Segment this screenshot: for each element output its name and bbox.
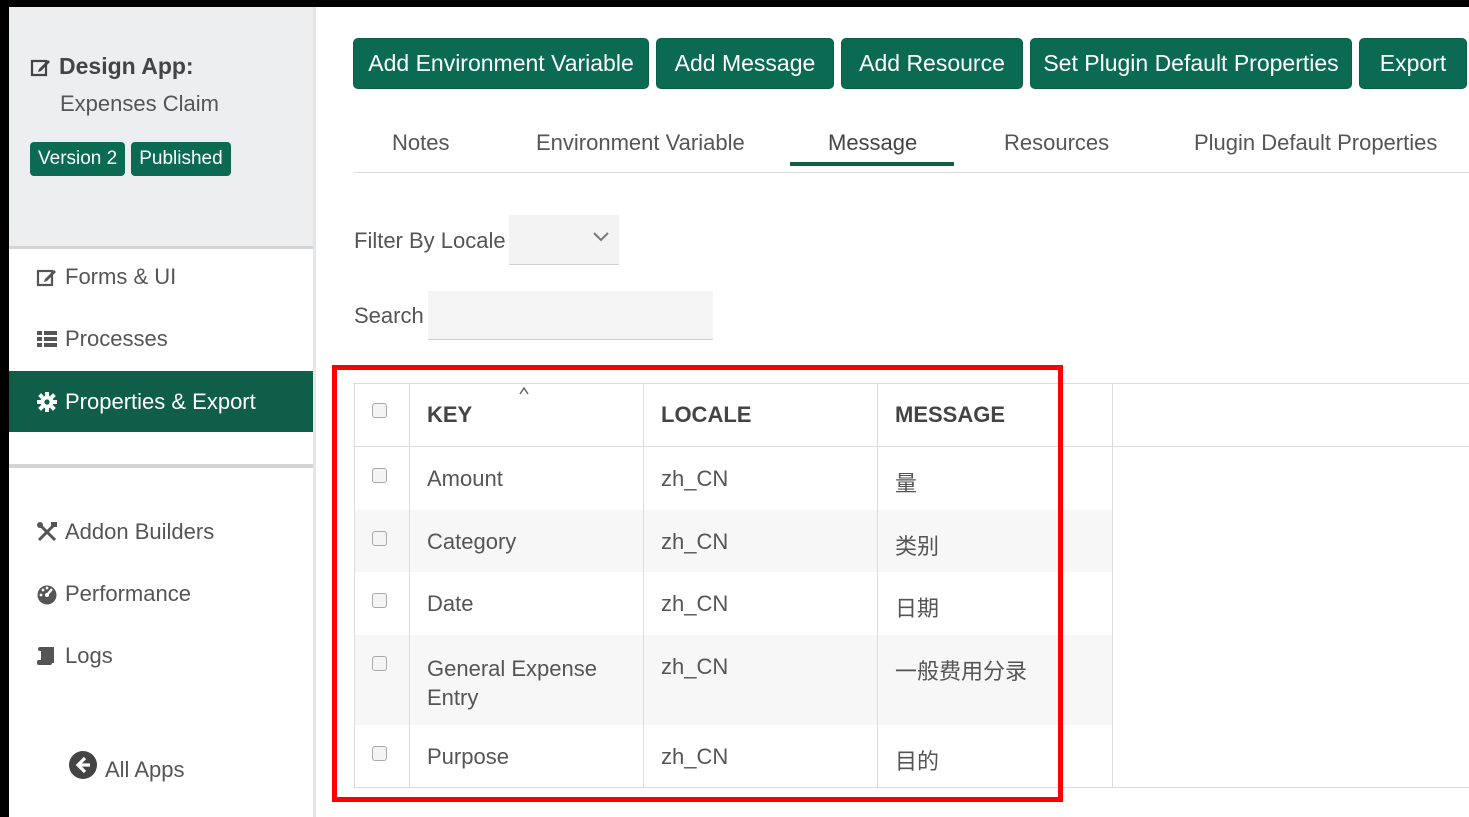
tab-message[interactable]: Message [828,130,917,156]
sidebar-item-processes[interactable]: Processes [35,326,168,352]
cell-locale[interactable]: zh_CN [661,591,728,617]
search-label: Search [354,303,424,328]
cell-key[interactable]: General Expense Entry [427,654,627,712]
toolbar: Add Environment Variable Add Message Add… [353,38,1467,89]
cell-message[interactable]: 一般费用分录 [895,654,1027,686]
sort-arrow-icon [519,382,529,400]
filter-by-locale-label: Filter By Locale [354,228,506,253]
set-plugin-default-properties-button[interactable]: Set Plugin Default Properties [1030,38,1352,89]
column-header-locale[interactable]: LOCALE [661,402,751,428]
row-checkbox[interactable] [372,468,387,483]
export-button[interactable]: Export [1359,38,1467,89]
add-resource-button[interactable]: Add Resource [841,38,1023,89]
row-checkbox[interactable] [372,656,387,671]
design-app-title: Design App: [29,53,194,80]
row-checkbox[interactable] [372,746,387,761]
column-divider [1112,383,1113,788]
column-divider [354,383,355,788]
column-divider [409,383,410,788]
cell-message[interactable]: 目的 [895,744,939,776]
gear-icon [35,390,59,414]
sidebar-item-performance[interactable]: Performance [35,581,191,607]
select-all-checkbox[interactable] [372,403,387,418]
row-checkbox[interactable] [372,593,387,608]
screen-frame-left [0,0,9,817]
column-header-key[interactable]: KEY [427,402,472,428]
sidebar-item-label: Performance [65,581,191,606]
version-badge[interactable]: Version 2 [30,142,126,176]
sidebar-item-label: Forms & UI [65,264,177,289]
tab-environment-variable[interactable]: Environment Variable [536,130,745,156]
sidebar-item-label: Addon Builders [65,519,215,544]
table-bottom-border [353,787,1469,788]
search-input[interactable] [428,291,713,340]
design-app-label: Design App: [59,53,194,79]
tab-notes[interactable]: Notes [392,130,449,156]
arrow-left-circle-icon [67,749,99,781]
list-icon [35,327,59,351]
chevron-down-icon [592,230,610,248]
cell-message[interactable]: 类别 [895,529,939,561]
column-divider [643,383,644,788]
app-badges: Version 2 Published [30,142,231,176]
column-header-message[interactable]: MESSAGE [895,402,1005,428]
sidebar-item-properties-export[interactable]: Properties & Export [9,371,313,432]
locale-select[interactable] [509,215,619,265]
scroll-icon [35,644,59,668]
screen-frame-top [0,0,1469,7]
cell-key[interactable]: Category [427,529,516,555]
sidebar-item-label: Properties & Export [65,388,256,414]
add-environment-variable-button[interactable]: Add Environment Variable [353,38,649,89]
row-checkbox[interactable] [372,531,387,546]
active-tab-indicator [790,162,954,166]
cell-key[interactable]: Purpose [427,744,509,770]
tab-plugin-default-properties[interactable]: Plugin Default Properties [1194,130,1437,156]
sidebar-item-addon-builders[interactable]: Addon Builders [35,519,214,545]
cell-locale[interactable]: zh_CN [661,466,728,492]
published-badge[interactable]: Published [131,142,231,176]
cell-message[interactable]: 量 [895,466,917,498]
gauge-icon [35,582,59,606]
sidebar-item-forms-ui[interactable]: Forms & UI [35,264,176,290]
add-message-button[interactable]: Add Message [656,38,834,89]
tools-icon [35,520,59,544]
cell-locale[interactable]: zh_CN [661,654,728,680]
all-apps-link[interactable]: All Apps [67,747,185,783]
cell-message[interactable]: 日期 [895,591,939,623]
edit-icon [35,265,59,289]
all-apps-label: All Apps [105,757,185,782]
cell-key[interactable]: Amount [427,466,503,492]
tab-resources[interactable]: Resources [1004,130,1109,156]
cell-locale[interactable]: zh_CN [661,529,728,555]
edit-icon [29,55,53,79]
sidebar-divider [9,464,313,468]
sidebar-divider [9,246,313,249]
sidebar-item-logs[interactable]: Logs [35,643,113,669]
sidebar-item-label: Logs [65,643,113,668]
app-header: Design App: Expenses Claim Version 2 Pub… [9,7,313,246]
sidebar-item-label: Processes [65,326,168,351]
cell-key[interactable]: Date [427,591,473,617]
sidebar: Design App: Expenses Claim Version 2 Pub… [9,7,316,817]
cell-locale[interactable]: zh_CN [661,744,728,770]
app-name: Expenses Claim [60,91,219,116]
column-divider [877,383,878,788]
